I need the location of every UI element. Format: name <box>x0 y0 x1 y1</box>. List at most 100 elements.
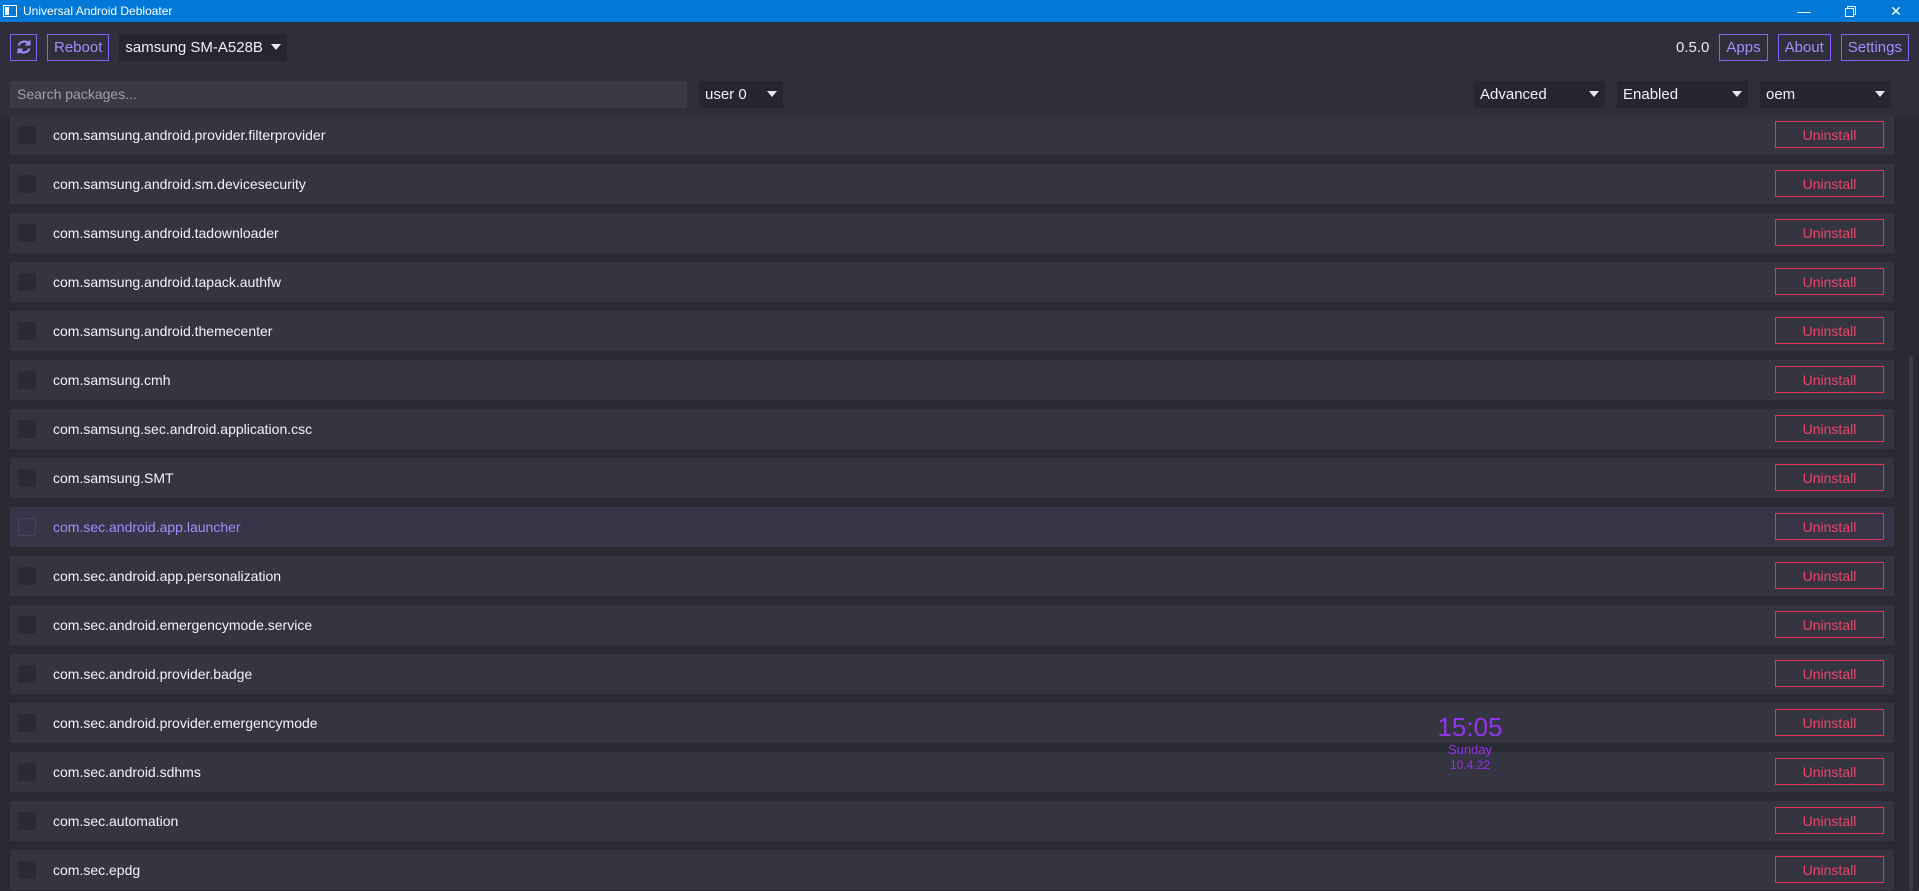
toolbar: Reboot samsung SM-A528B 0.5.0 Apps About… <box>0 22 1919 72</box>
reboot-button[interactable]: Reboot <box>47 33 110 61</box>
uninstall-button[interactable]: Uninstall <box>1775 366 1884 393</box>
uninstall-button[interactable]: Uninstall <box>1775 170 1884 197</box>
package-name: com.sec.android.sdhms <box>53 764 201 780</box>
package-checkbox[interactable] <box>18 420 36 438</box>
minimize-icon: — <box>1797 3 1811 19</box>
package-checkbox[interactable] <box>18 567 36 585</box>
package-name: com.samsung.SMT <box>53 470 174 486</box>
package-row[interactable]: com.sec.automation Uninstall <box>10 801 1894 841</box>
package-row[interactable]: com.samsung.android.provider.filterprovi… <box>10 116 1894 155</box>
package-checkbox[interactable] <box>18 812 36 830</box>
uninstall-button[interactable]: Uninstall <box>1775 513 1884 540</box>
package-checkbox[interactable] <box>18 714 36 732</box>
mode-select-value: Advanced <box>1480 85 1547 103</box>
package-checkbox[interactable] <box>18 518 36 536</box>
package-name: com.sec.android.emergencymode.service <box>53 617 313 633</box>
chevron-down-icon <box>270 44 281 50</box>
state-select-value: Enabled <box>1623 85 1679 103</box>
uninstall-button[interactable]: Uninstall <box>1775 464 1884 491</box>
uninstall-button[interactable]: Uninstall <box>1775 709 1884 736</box>
chevron-down-icon <box>1589 91 1599 97</box>
uninstall-button[interactable]: Uninstall <box>1775 660 1884 687</box>
mode-select[interactable]: Advanced <box>1474 80 1605 108</box>
title-bar: Universal Android Debloater — ✕ <box>0 0 1919 22</box>
package-name: com.samsung.android.tadownloader <box>53 225 279 241</box>
version-label: 0.5.0 <box>1676 38 1710 56</box>
package-checkbox[interactable] <box>18 175 36 193</box>
package-checkbox[interactable] <box>18 126 36 144</box>
package-checkbox[interactable] <box>18 861 36 879</box>
package-row[interactable]: com.samsung.sec.android.application.csc U… <box>10 409 1894 449</box>
package-row[interactable]: com.sec.android.app.personalization Unins… <box>10 556 1894 596</box>
package-checkbox[interactable] <box>18 371 36 389</box>
package-list: com.samsung.android.provider.filterprovi… <box>0 116 1919 891</box>
state-select[interactable]: Enabled <box>1617 80 1748 108</box>
uninstall-button[interactable]: Uninstall <box>1775 415 1884 442</box>
package-row[interactable]: com.samsung.android.tapack.authfw Uninsta… <box>10 262 1894 302</box>
search-input[interactable] <box>10 80 687 108</box>
refresh-button[interactable] <box>10 33 37 61</box>
uninstall-button[interactable]: Uninstall <box>1775 219 1884 246</box>
list-select[interactable]: oem <box>1760 80 1891 108</box>
uninstall-button[interactable]: Uninstall <box>1775 268 1884 295</box>
package-checkbox[interactable] <box>18 665 36 683</box>
window-title: Universal Android Debloater <box>23 4 173 18</box>
clock-day: Sunday <box>1447 742 1493 757</box>
package-row[interactable]: com.sec.android.app.launcher Uninstall <box>10 507 1894 547</box>
package-row[interactable]: com.samsung.android.tadownloader Uninstal… <box>10 213 1894 253</box>
app-icon <box>3 5 17 17</box>
package-row[interactable]: com.sec.epdg Uninstall <box>10 850 1894 890</box>
package-row[interactable]: com.samsung.android.themecenter Uninstall <box>10 311 1894 351</box>
device-select[interactable]: samsung SM-A528B <box>119 33 287 61</box>
settings-button[interactable]: Settings <box>1840 33 1909 61</box>
clock-time: 15:05 <box>1437 712 1503 742</box>
package-row[interactable]: com.samsung.cmh Uninstall <box>10 360 1894 400</box>
filter-bar: user 0 Advanced Enabled oem <box>0 72 1919 116</box>
package-row[interactable]: com.sec.android.provider.emergencymode Un… <box>10 703 1894 743</box>
package-checkbox[interactable] <box>18 322 36 340</box>
package-name: com.samsung.android.tapack.authfw <box>53 274 282 290</box>
chevron-down-icon <box>1732 91 1742 97</box>
scrollbar[interactable] <box>1909 356 1913 891</box>
uninstall-button[interactable]: Uninstall <box>1775 121 1884 148</box>
package-name: com.sec.epdg <box>53 862 141 878</box>
package-checkbox[interactable] <box>18 616 36 634</box>
user-select-value: user 0 <box>705 85 747 103</box>
package-row[interactable]: com.sec.android.provider.badge Uninstall <box>10 654 1894 694</box>
uninstall-button[interactable]: Uninstall <box>1775 856 1884 883</box>
chevron-down-icon <box>1875 91 1885 97</box>
about-button[interactable]: About <box>1777 33 1831 61</box>
package-checkbox[interactable] <box>18 763 36 781</box>
device-select-value: samsung SM-A528B <box>125 38 263 56</box>
close-icon: ✕ <box>1890 2 1902 19</box>
package-name: com.samsung.android.provider.filterprovi… <box>53 127 326 143</box>
package-name: com.sec.android.provider.badge <box>53 666 253 682</box>
list-select-value: oem <box>1766 85 1796 103</box>
clock-date: 10.4.22 <box>1449 758 1491 772</box>
close-button[interactable]: ✕ <box>1873 0 1919 22</box>
package-name: com.samsung.android.sm.devicesecurity <box>53 176 306 192</box>
restore-button[interactable] <box>1827 0 1873 22</box>
package-row[interactable]: com.sec.android.emergencymode.service Uni… <box>10 605 1894 645</box>
package-checkbox[interactable] <box>18 224 36 242</box>
uninstall-button[interactable]: Uninstall <box>1775 611 1884 638</box>
apps-button[interactable]: Apps <box>1719 33 1768 61</box>
restore-icon <box>1844 5 1856 17</box>
uninstall-button[interactable]: Uninstall <box>1775 317 1884 344</box>
package-name: com.samsung.cmh <box>53 372 171 388</box>
package-name: com.samsung.sec.android.application.csc <box>53 421 313 437</box>
minimize-button[interactable]: — <box>1781 0 1827 22</box>
uninstall-button[interactable]: Uninstall <box>1775 562 1884 589</box>
user-select[interactable]: user 0 <box>699 80 783 108</box>
package-checkbox[interactable] <box>18 469 36 487</box>
clock-widget: 15:05 Sunday 10.4.22 <box>1405 712 1535 773</box>
uninstall-button[interactable]: Uninstall <box>1775 758 1884 785</box>
package-row[interactable]: com.samsung.SMT Uninstall <box>10 458 1894 498</box>
refresh-icon <box>17 40 30 54</box>
package-row[interactable]: com.samsung.android.sm.devicesecurity Uni… <box>10 164 1894 204</box>
package-name: com.samsung.android.themecenter <box>53 323 273 339</box>
package-row[interactable]: com.sec.android.sdhms Uninstall <box>10 752 1894 792</box>
package-name: com.sec.automation <box>53 813 179 829</box>
uninstall-button[interactable]: Uninstall <box>1775 807 1884 834</box>
package-checkbox[interactable] <box>18 273 36 291</box>
